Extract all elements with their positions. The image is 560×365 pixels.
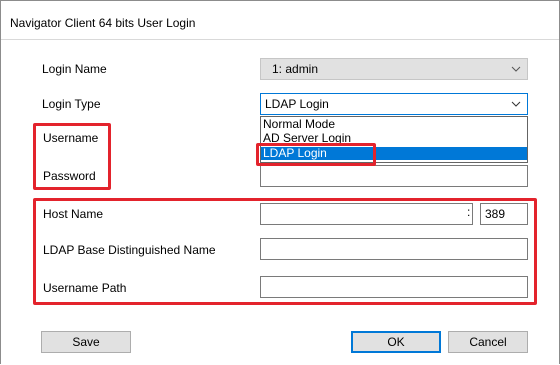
login-type-dropdown: Normal Mode AD Server Login LDAP Login bbox=[260, 116, 528, 163]
port-value: 389 bbox=[485, 207, 506, 221]
login-name-select[interactable]: 1: admin bbox=[260, 58, 528, 80]
login-name-value: 1: admin bbox=[272, 62, 319, 76]
username-path-field[interactable] bbox=[260, 276, 528, 298]
save-button[interactable]: Save bbox=[41, 331, 131, 353]
ok-button[interactable]: OK bbox=[351, 331, 441, 353]
port-field[interactable]: 389 bbox=[480, 203, 528, 225]
ldap-base-dn-field[interactable] bbox=[260, 238, 528, 260]
password-field[interactable] bbox=[260, 165, 528, 187]
ldap-base-dn-label: LDAP Base Distinguished Name bbox=[43, 243, 216, 257]
username-label: Username bbox=[43, 131, 99, 145]
title-bar: Navigator Client 64 bits User Login bbox=[1, 1, 559, 40]
login-name-label: Login Name bbox=[42, 62, 107, 76]
host-name-field[interactable] bbox=[260, 203, 473, 225]
option-ad-server-login[interactable]: AD Server Login bbox=[261, 132, 527, 145]
login-type-value: LDAP Login bbox=[265, 97, 329, 111]
login-dialog: Navigator Client 64 bits User Login Logi… bbox=[0, 0, 560, 364]
password-label: Password bbox=[43, 169, 96, 183]
chevron-down-icon bbox=[511, 101, 521, 107]
cancel-button[interactable]: Cancel bbox=[448, 331, 528, 353]
login-type-label: Login Type bbox=[42, 97, 101, 111]
option-ldap-login[interactable]: LDAP Login bbox=[261, 147, 527, 160]
option-normal-mode[interactable]: Normal Mode bbox=[261, 118, 527, 131]
username-path-label: Username Path bbox=[43, 281, 127, 295]
chevron-down-icon bbox=[511, 66, 521, 72]
login-type-select[interactable]: LDAP Login bbox=[260, 93, 528, 115]
port-separator: : bbox=[467, 205, 471, 219]
host-name-label: Host Name bbox=[43, 207, 104, 221]
window-title: Navigator Client 64 bits User Login bbox=[10, 16, 196, 30]
